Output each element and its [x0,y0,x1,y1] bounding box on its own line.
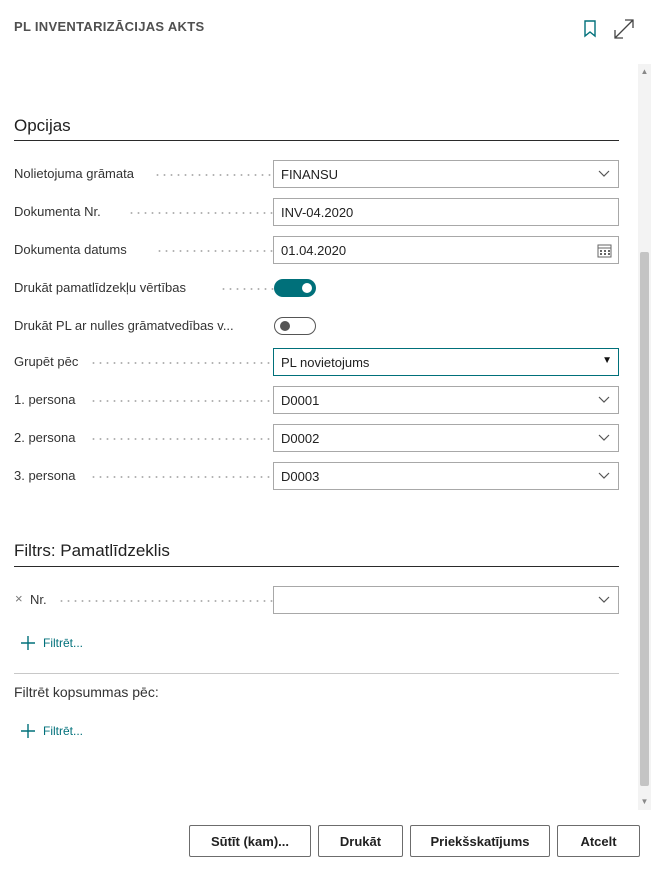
print-zero-book-value-toggle[interactable] [274,317,316,335]
field-value: FINANSU [281,167,339,182]
field-row-person-2: 2. persona D0002 [14,424,619,452]
group-by-select[interactable]: PL novietojums ▼ [273,348,619,376]
add-filter-link[interactable]: Filtrēt... [20,633,83,653]
field-row-document-date: Dokumenta datums 01.04.2020 [14,236,619,264]
field-row-print-zero-book-value: Drukāt PL ar nulles grāmatvedības v... [14,312,619,340]
chevron-down-icon [598,170,610,177]
remove-filter-icon[interactable]: × [15,591,23,606]
person-3-dropdown[interactable]: D0003 [273,462,619,490]
cancel-button[interactable]: Atcelt [557,825,640,857]
plus-icon [21,636,35,650]
field-label: 1. persona [14,392,76,407]
section-divider [14,566,619,567]
field-value: D0003 [281,469,320,484]
chevron-down-icon [598,434,610,441]
field-row-filter-no: × Nr. [14,586,619,614]
depreciation-book-dropdown[interactable]: FINANSU [273,160,619,188]
field-label: Grupēt pēc [14,354,79,369]
add-totals-filter-link[interactable]: Filtrēt... [20,721,83,741]
totals-filter-label: Filtrēt kopsummas pēc: [14,684,159,700]
field-row-print-values: Drukāt pamatlīdzekļu vērtības [14,274,619,302]
print-button[interactable]: Drukāt [318,825,403,857]
field-value: 01.04.2020 [281,243,347,258]
preview-button[interactable]: Priekšskatījums [410,825,550,857]
field-row-group-by: Grupēt pēc PL novietojums ▼ [14,348,619,376]
field-label: 2. persona [14,430,76,445]
filter-no-dropdown[interactable] [273,586,619,614]
field-label: Dokumenta datums [14,242,127,257]
scrollbar[interactable]: ▲ ▼ [638,64,651,810]
field-label: Drukāt PL ar nulles grāmatvedības v... [14,318,234,333]
field-row-depreciation-book: Nolietojuma grāmata FINANSU [14,160,619,188]
field-row-person-3: 3. persona D0003 [14,462,619,490]
document-date-input[interactable]: 01.04.2020 [273,236,619,264]
field-label: 3. persona [14,468,76,483]
plus-icon [21,724,35,738]
send-to-button[interactable]: Sūtīt (kam)... [189,825,311,857]
scroll-thumb[interactable] [640,252,649,786]
person-2-dropdown[interactable]: D0002 [273,424,619,452]
field-label: Dokumenta Nr. [14,204,101,219]
add-totals-filter-label: Filtrēt... [43,724,84,738]
chevron-down-icon [598,472,610,479]
field-value: PL novietojums [281,355,370,370]
person-1-dropdown[interactable]: D0001 [273,386,619,414]
expand-icon[interactable] [612,17,636,41]
field-row-person-1: 1. persona D0001 [14,386,619,414]
field-label: Drukāt pamatlīdzekļu vērtības [14,280,186,295]
scroll-down-arrow[interactable]: ▼ [638,796,651,808]
bookmark-icon[interactable] [583,20,597,38]
divider [14,673,619,674]
section-title-options: Opcijas [14,116,71,135]
field-value: D0001 [281,393,320,408]
print-values-toggle[interactable] [274,279,316,297]
field-row-document-no: Dokumenta Nr. INV-04.2020 [14,198,619,226]
section-divider [14,140,619,141]
page-title: PL INVENTARIZĀCIJAS AKTS [14,19,205,34]
field-label: Nr. [30,592,47,607]
chevron-down-icon [598,596,610,603]
caret-down-icon: ▼ [602,355,612,366]
document-no-input[interactable]: INV-04.2020 [273,198,619,226]
field-value: INV-04.2020 [281,205,354,220]
chevron-down-icon [598,396,610,403]
add-filter-label: Filtrēt... [43,636,84,650]
calendar-icon[interactable] [597,243,612,258]
scroll-up-arrow[interactable]: ▲ [638,66,651,78]
section-title-filter: Filtrs: Pamatlīdzeklis [14,541,170,560]
field-value: D0002 [281,431,320,446]
field-label: Nolietojuma grāmata [14,166,134,181]
